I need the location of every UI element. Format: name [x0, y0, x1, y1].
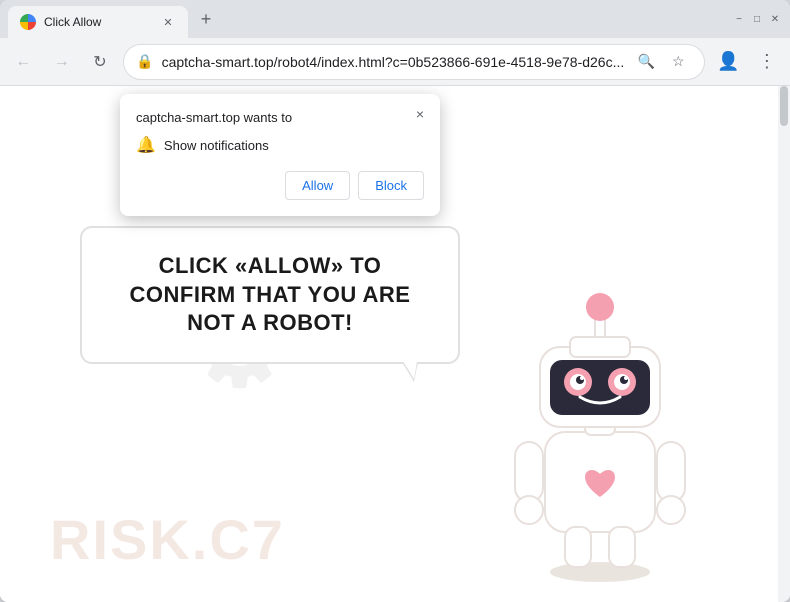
new-tab-button[interactable]: +	[192, 5, 220, 33]
bookmark-button[interactable]: ☆	[664, 48, 692, 76]
address-bar[interactable]: 🔒 captcha-smart.top/robot4/index.html?c=…	[123, 44, 705, 80]
speech-bubble: CLICK «ALLOW» TO CONFIRM THAT YOU ARE NO…	[80, 226, 460, 364]
scrollbar-thumb[interactable]	[780, 86, 788, 126]
refresh-button[interactable]: ↻	[85, 46, 115, 78]
search-icon-button[interactable]: 🔍	[632, 48, 660, 76]
lock-icon: 🔒	[136, 53, 153, 70]
popup-actions: Allow Block	[136, 171, 424, 200]
close-button[interactable]: ✕	[768, 12, 782, 26]
browser-window: Click Allow ✕ + − □ ✕ ← → ↻ 🔒 captcha-sm…	[0, 0, 790, 602]
popup-close-button[interactable]: ×	[410, 104, 430, 124]
toolbar: ← → ↻ 🔒 captcha-smart.top/robot4/index.h…	[0, 38, 790, 86]
active-tab[interactable]: Click Allow ✕	[8, 6, 188, 38]
popup-permission: 🔔 Show notifications	[136, 135, 424, 155]
address-actions: 🔍 ☆	[632, 48, 692, 76]
bubble-text: CLICK «ALLOW» TO CONFIRM THAT YOU ARE NO…	[114, 252, 426, 338]
robot-svg	[490, 282, 710, 582]
block-button[interactable]: Block	[358, 171, 424, 200]
forward-button[interactable]: →	[46, 46, 76, 78]
back-button[interactable]: ←	[8, 46, 38, 78]
bell-icon: 🔔	[136, 135, 156, 155]
window-controls: − □ ✕	[732, 12, 782, 26]
scrollbar[interactable]	[778, 86, 790, 602]
tab-favicon	[20, 14, 36, 30]
page-content: × captcha-smart.top wants to 🔔 Show noti…	[0, 86, 790, 602]
menu-button[interactable]: ⋮	[752, 46, 782, 78]
address-text: captcha-smart.top/robot4/index.html?c=0b…	[162, 54, 625, 70]
title-bar: Click Allow ✕ + − □ ✕	[0, 0, 790, 38]
profile-button[interactable]: 👤	[713, 46, 743, 78]
tab-close-button[interactable]: ✕	[160, 14, 176, 30]
tab-title: Click Allow	[44, 15, 152, 29]
maximize-button[interactable]: □	[750, 12, 764, 26]
minimize-button[interactable]: −	[732, 12, 746, 26]
risk-watermark: RISK.C7	[50, 507, 285, 572]
popup-site-text: captcha-smart.top wants to	[136, 110, 424, 125]
tab-bar: Click Allow ✕ +	[8, 0, 720, 38]
allow-button[interactable]: Allow	[285, 171, 350, 200]
robot-illustration	[490, 282, 710, 582]
notification-popup: × captcha-smart.top wants to 🔔 Show noti…	[120, 94, 440, 216]
permission-text: Show notifications	[164, 138, 269, 153]
